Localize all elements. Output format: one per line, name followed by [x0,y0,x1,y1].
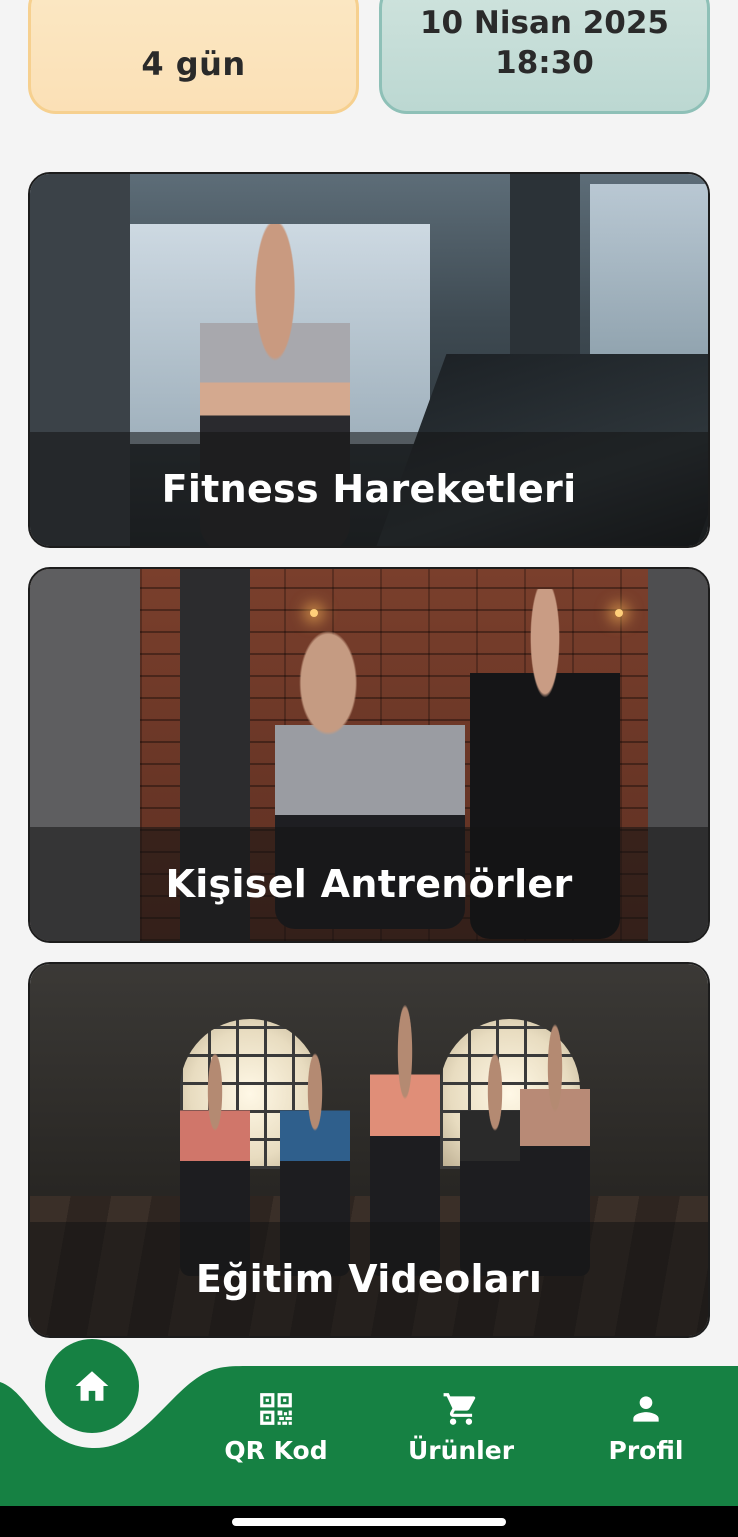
nav-profile[interactable]: Profil [581,1390,711,1465]
cart-icon [443,1393,476,1425]
nav-qr-code[interactable]: QR Kod [211,1390,341,1465]
tile-caption: Eğitim Videoları [30,1222,708,1336]
qr-code-icon [260,1393,292,1425]
appointment-time: 18:30 [495,45,594,81]
home-indicator[interactable] [232,1518,506,1526]
app-screen: 4 gün 10 Nisan 2025 18:30 Fitness Hareke… [0,0,738,1537]
home-button[interactable] [45,1339,139,1433]
fitness-exercises-tile[interactable]: Fitness Hareketleri [28,172,710,548]
remaining-days-card[interactable]: 4 gün [28,0,359,114]
personal-trainers-tile[interactable]: Kişisel Antrenörler [28,567,710,943]
appointment-date: 10 Nisan 2025 [419,5,669,41]
tile-caption: Kişisel Antrenörler [30,827,708,941]
nav-label: Ürünler [407,1436,515,1465]
remaining-days-value: 4 gün [141,45,246,83]
nav-products[interactable]: Ürünler [396,1390,526,1465]
nav-label: QR Kod [224,1436,328,1465]
person-icon [633,1396,659,1422]
training-videos-tile[interactable]: Eğitim Videoları [28,962,710,1338]
tile-title: Fitness Hareketleri [161,467,577,511]
tile-caption: Fitness Hareketleri [30,432,708,546]
home-icon [75,1371,109,1401]
nav-label: Profil [608,1436,684,1465]
appointment-card[interactable]: 10 Nisan 2025 18:30 [379,0,710,114]
tile-title: Eğitim Videoları [195,1257,543,1301]
tile-title: Kişisel Antrenörler [165,862,573,906]
